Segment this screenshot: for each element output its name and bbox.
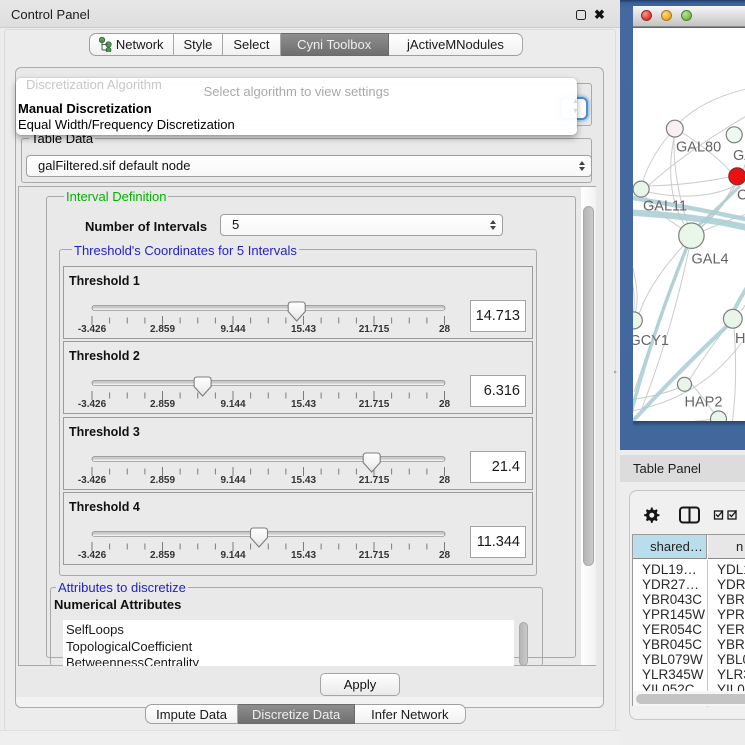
svg-text:GAL80: GAL80 [676,140,721,156]
svg-text:GA: GA [733,148,745,164]
svg-text:C: C [737,188,745,204]
svg-text:GAL11: GAL11 [643,199,687,215]
svg-text:GCY1: GCY1 [633,333,669,349]
svg-text:HAP2: HAP2 [685,395,723,411]
svg-text:GAL4: GAL4 [692,252,729,268]
svg-text:HI: HI [735,331,745,347]
